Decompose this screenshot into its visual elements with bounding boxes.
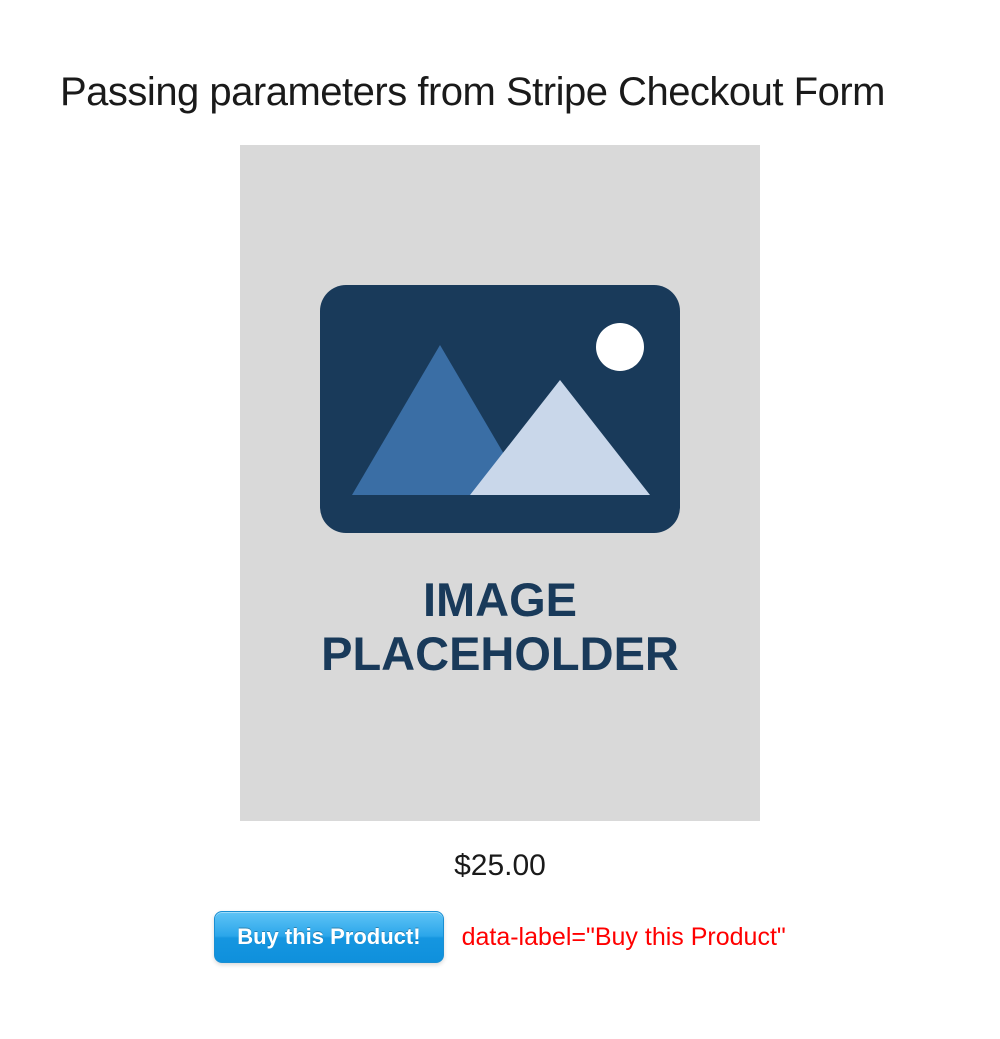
page-title: Passing parameters from Stripe Checkout … bbox=[60, 70, 940, 115]
page-container: Passing parameters from Stripe Checkout … bbox=[0, 0, 1000, 1003]
image-placeholder-text: IMAGE PLACEHOLDER bbox=[321, 573, 679, 681]
image-placeholder-icon bbox=[320, 285, 680, 538]
placeholder-line-2: PLACEHOLDER bbox=[321, 627, 679, 681]
buy-row: Buy this Product! data-label="Buy this P… bbox=[214, 911, 786, 963]
placeholder-line-1: IMAGE bbox=[321, 573, 679, 627]
product-price: $25.00 bbox=[454, 849, 546, 883]
code-annotation: data-label="Buy this Product" bbox=[462, 923, 786, 952]
buy-button[interactable]: Buy this Product! bbox=[214, 911, 443, 963]
image-placeholder-box: IMAGE PLACEHOLDER bbox=[240, 145, 760, 821]
product-area: IMAGE PLACEHOLDER $25.00 Buy this Produc… bbox=[60, 145, 940, 963]
